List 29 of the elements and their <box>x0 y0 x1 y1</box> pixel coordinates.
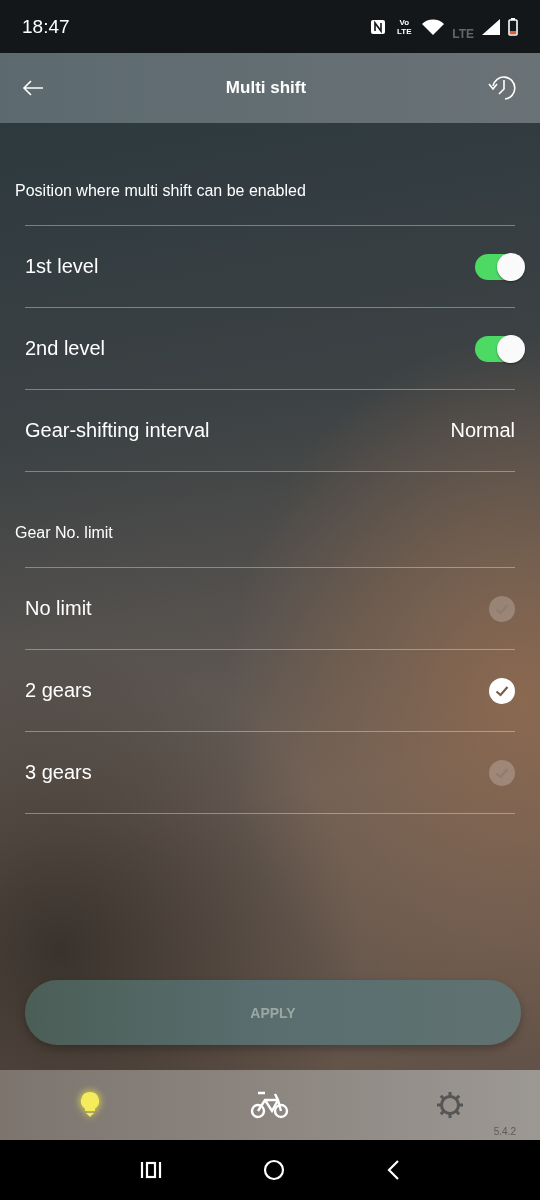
network-type: LTE <box>452 26 474 41</box>
checkmark-icon[interactable] <box>489 759 515 786</box>
toggle-switch[interactable] <box>475 253 523 280</box>
home-icon[interactable] <box>263 1159 285 1181</box>
wifi-icon <box>422 18 445 35</box>
setting-label: 2 gears <box>25 679 93 702</box>
status-time: 18:47 <box>22 15 71 38</box>
screen-title: Multi shift <box>224 78 308 98</box>
signal-icon <box>482 18 500 35</box>
setting-label: No limit <box>25 597 93 620</box>
toggle-switch[interactable] <box>475 335 523 362</box>
setting-label: 2nd level <box>25 337 107 360</box>
section-header: Position where multi shift can be enabled <box>14 181 307 201</box>
volte-indicator: Vo LTE <box>395 17 413 36</box>
version-label: 5.4.2 <box>493 1126 516 1137</box>
recents-icon[interactable] <box>140 1161 163 1179</box>
battery-icon <box>508 17 518 36</box>
setting-label: 3 gears <box>25 761 93 784</box>
bicycle-icon <box>250 1091 290 1119</box>
nfc-icon <box>370 18 387 35</box>
setting-label: Gear-shifting interval <box>25 419 211 442</box>
lightbulb-icon <box>79 1091 101 1119</box>
row-value: Normal <box>450 419 515 442</box>
setting-label: 1st level <box>25 255 100 278</box>
section-header: Gear No. limit <box>14 523 114 543</box>
back-icon[interactable] <box>385 1160 400 1180</box>
checkmark-icon[interactable] <box>489 595 515 622</box>
settings-icon <box>436 1091 464 1119</box>
checkmark-icon[interactable] <box>489 677 515 704</box>
